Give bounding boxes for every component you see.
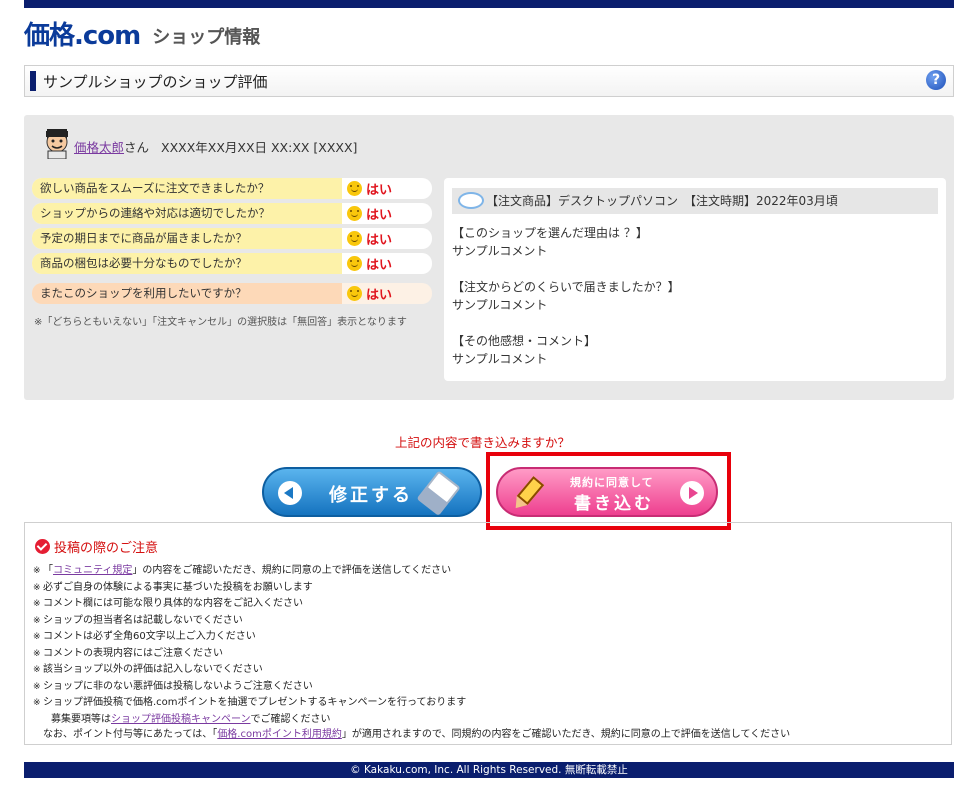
logo-subtitle: ショップ情報	[152, 27, 261, 48]
list-item: なお、ポイント付与等にあたっては、「価格.comポイント利用規約」が適用されます…	[43, 729, 791, 740]
user-avatar-icon	[46, 129, 68, 159]
answer-note: ※「どちらともいえない」「注文キャンセル」の選択肢は「無回答」表示となります	[34, 317, 407, 328]
list-item: ※ コメントの表現内容にはご注意ください	[33, 647, 223, 659]
comment-title: 【注文からどのくらいで届きましたか？】	[452, 280, 680, 294]
smile-icon	[347, 181, 362, 196]
help-icon[interactable]: ?	[926, 70, 946, 90]
comment-text: サンプルコメント	[452, 244, 548, 258]
page-title: サンプルショップのショップ評価	[43, 73, 268, 91]
list-item: ※ ショップ評価投稿で価格.comポイントを抽選でプレゼントするキャンペーンを行っ…	[33, 697, 467, 708]
question-row-repeat: またこのショップを利用したいですか？ はい	[32, 283, 432, 304]
agree-and-post-button[interactable]: 規約に同意して 書き込む	[496, 467, 718, 517]
community-rules-link[interactable]: コミュニティ規定	[53, 565, 132, 576]
list-item: ※ 必ずご自身の体験による事実に基づいた投稿をお願いします	[33, 581, 313, 593]
answer-text: はい	[366, 183, 393, 198]
smile-icon	[347, 256, 362, 271]
agree-label: 規約に同意して	[570, 476, 654, 489]
post-label: 書き込む	[574, 494, 654, 514]
top-bar	[24, 0, 954, 8]
list-item: ※ コメントは必ず全角60文字以上ご入力ください	[33, 631, 256, 642]
speech-bubble-icon	[458, 192, 484, 209]
question-row: 商品の梱包は必要十分なものでしたか？ はい	[32, 253, 432, 274]
comment-text: サンプルコメント	[452, 298, 548, 312]
answer-text: はい	[366, 288, 393, 303]
comment-body: 【このショップを選んだ理由は ？】 サンプルコメント 【注文からどのくらいで届きま…	[452, 224, 680, 386]
comment-text: サンプルコメント	[452, 352, 548, 366]
question-text: 商品の梱包は必要十分なものでしたか？	[32, 253, 342, 274]
question-row: 予定の期日までに商品が届きましたか？ はい	[32, 228, 432, 249]
logo-text: 価格.com	[24, 21, 141, 51]
answer-text: はい	[366, 208, 393, 223]
pencil-icon	[510, 476, 545, 514]
notes-title-text: 投稿の際のご注意	[54, 541, 159, 556]
edit-button-label: 修正する	[329, 485, 413, 506]
smile-icon	[347, 206, 362, 221]
points-terms-link[interactable]: 価格.comポイント利用規約	[217, 729, 342, 740]
arrow-left-icon	[278, 481, 302, 505]
list-item: ※ ショップに非のない悪評価は投稿しないようご注意ください	[33, 680, 313, 692]
answer-text: はい	[366, 258, 393, 273]
arrow-right-icon	[680, 481, 704, 505]
question-row: 欲しい商品をスムーズに注文できましたか？ はい	[32, 178, 432, 199]
smile-icon	[347, 231, 362, 246]
question-text: 欲しい商品をスムーズに注文できましたか？	[32, 178, 342, 199]
question-text: またこのショップを利用したいですか？	[32, 283, 342, 304]
user-suffix: さん	[124, 140, 150, 155]
smile-icon	[347, 286, 362, 301]
confirm-message: 上記の内容で書き込みますか？	[394, 435, 570, 450]
review-panel: 価格太郎さん XXXX年XX月XX日 XX:XX [XXXX] 欲しい商品をスム…	[24, 115, 954, 400]
list-item: ※ ショップの担当者名は記載しないでください	[33, 614, 243, 626]
campaign-link[interactable]: ショップ評価投稿キャンペーン	[111, 714, 251, 725]
page-title-bar: サンプルショップのショップ評価 ?	[24, 65, 954, 97]
list-item: ※ コメント欄には可能な限り具体的な内容をご記入ください	[33, 598, 303, 609]
review-datetime: XXXX年XX月XX日 XX:XX [XXXX]	[161, 140, 358, 155]
answer-text: はい	[366, 233, 393, 248]
order-info: 【注文商品】デスクトップパソコン 【注文時期】2022年03月頃	[486, 194, 838, 208]
review-user-line: 価格太郎さん XXXX年XX月XX日 XX:XX [XXXX]	[74, 137, 357, 156]
list-item: ※ 該当ショップ以外の評価は記入しないでください	[33, 664, 263, 675]
check-icon	[35, 539, 50, 554]
notes-title: 投稿の際のご注意	[35, 537, 158, 556]
question-text: ショップからの連絡や対応は適切でしたか？	[32, 203, 342, 224]
footer-copyright: © Kakaku.com, Inc. All Rights Reserved. …	[24, 762, 954, 778]
posting-notes: 投稿の際のご注意 ※ 「コミュニティ規定」の内容をご確認いただき、規約に同意の上で…	[24, 522, 952, 745]
list-item: ※ 「コミュニティ規定」の内容をご確認いただき、規約に同意の上で評価を送信してくだ…	[33, 565, 452, 576]
user-name-link[interactable]: 価格太郎	[74, 140, 124, 155]
eraser-icon	[415, 470, 461, 517]
comment-title: 【その他感想・コメント】	[452, 334, 597, 348]
list-item: 募集要項等はショップ評価投稿キャンペーンでご確認ください	[51, 713, 331, 725]
comment-header: 【注文商品】デスクトップパソコン 【注文時期】2022年03月頃	[452, 188, 938, 214]
comment-title: 【このショップを選んだ理由は ？】	[452, 226, 648, 240]
site-logo[interactable]: 価格.com ショップ情報	[24, 21, 261, 52]
comment-box: 【注文商品】デスクトップパソコン 【注文時期】2022年03月頃 【このショップ…	[444, 178, 946, 381]
question-row: ショップからの連絡や対応は適切でしたか？ はい	[32, 203, 432, 224]
title-marker	[30, 71, 36, 91]
question-text: 予定の期日までに商品が届きましたか？	[32, 228, 342, 249]
edit-button[interactable]: 修正する	[262, 467, 482, 517]
notes-list: ※ 「コミュニティ規定」の内容をご確認いただき、規約に同意の上で評価を送信してくだ…	[33, 563, 790, 743]
